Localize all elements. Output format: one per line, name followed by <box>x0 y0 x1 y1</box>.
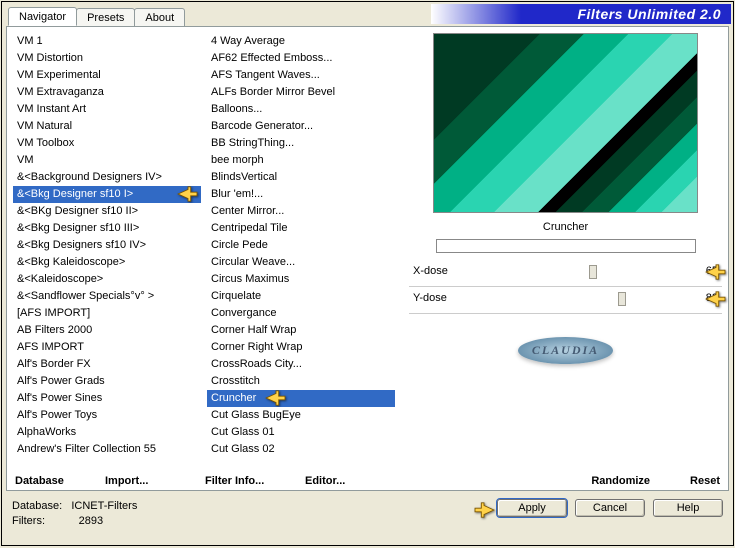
filter-item[interactable]: Barcode Generator... <box>207 118 395 135</box>
db-label: Database: <box>12 500 62 512</box>
apply-button[interactable]: Apply <box>497 499 567 517</box>
filter-item[interactable]: Blur 'em!... <box>207 186 395 203</box>
filter-item[interactable]: Circle Pede <box>207 237 395 254</box>
slider-row-y: Y-dose 83 <box>409 290 722 306</box>
category-item[interactable]: &<Background Designers IV> <box>13 169 201 186</box>
filters-count-label: Filters: <box>12 515 45 527</box>
tab-about[interactable]: About <box>134 8 185 26</box>
slider-thumb-y[interactable] <box>618 292 626 306</box>
slider-label-x: X-dose <box>413 265 483 277</box>
category-item[interactable]: &<Bkg Designer sf10 I> <box>13 186 201 203</box>
filter-item[interactable]: Convergance <box>207 305 395 322</box>
filter-item[interactable]: Corner Right Wrap <box>207 339 395 356</box>
slider-x[interactable] <box>483 263 690 279</box>
separator <box>409 313 722 314</box>
filter-item[interactable]: Cirquelate <box>207 288 395 305</box>
category-item[interactable]: Alf's Power Toys <box>13 407 201 424</box>
slider-value-x: 65 <box>690 265 718 277</box>
help-button[interactable]: Help <box>653 499 723 517</box>
link-filter-info[interactable]: Filter Info... <box>205 475 305 487</box>
claudia-badge: CLAUDIA <box>518 337 613 364</box>
category-item[interactable]: &<Bkg Kaleidoscope> <box>13 254 201 271</box>
link-editor[interactable]: Editor... <box>305 475 395 487</box>
category-item[interactable]: AFS IMPORT <box>13 339 201 356</box>
category-item[interactable]: AB Filters 2000 <box>13 322 201 339</box>
pointer-icon <box>265 390 287 407</box>
filter-item[interactable]: AF62 Effected Emboss... <box>207 50 395 67</box>
category-item[interactable]: VM Extravaganza <box>13 84 201 101</box>
category-item[interactable]: VM Distortion <box>13 50 201 67</box>
category-item[interactable]: Alf's Power Sines <box>13 390 201 407</box>
slider-value-y: 83 <box>690 292 718 304</box>
filter-item[interactable]: CrossRoads City... <box>207 356 395 373</box>
filter-item[interactable]: Center Mirror... <box>207 203 395 220</box>
filters-count-value: 2893 <box>79 515 103 527</box>
slider-y[interactable] <box>483 290 690 306</box>
category-item[interactable]: VM Natural <box>13 118 201 135</box>
filter-item[interactable]: Corner Half Wrap <box>207 322 395 339</box>
slider-thumb-x[interactable] <box>589 265 597 279</box>
category-item[interactable]: Andrew's Filter Collection 55 <box>13 441 201 453</box>
filter-list[interactable]: 4 Way AverageAF62 Effected Emboss...AFS … <box>207 33 395 453</box>
progress-bar <box>436 239 696 253</box>
filter-item[interactable]: Cut Glass 02 <box>207 441 395 453</box>
filter-item[interactable]: BB StringThing... <box>207 135 395 152</box>
footer-info: Database: ICNET-Filters Filters: 2893 <box>12 499 497 529</box>
category-item[interactable]: &<Sandflower Specials°v° > <box>13 288 201 305</box>
category-item[interactable]: Alf's Border FX <box>13 356 201 373</box>
effect-title: Cruncher <box>409 221 722 233</box>
tab-presets[interactable]: Presets <box>76 8 135 26</box>
filter-item[interactable]: Circular Weave... <box>207 254 395 271</box>
filter-item[interactable]: Cut Glass BugEye <box>207 407 395 424</box>
category-item[interactable]: VM <box>13 152 201 169</box>
filter-item[interactable]: bee morph <box>207 152 395 169</box>
effect-preview <box>433 33 698 213</box>
category-item[interactable]: &<Bkg Designers sf10 IV> <box>13 237 201 254</box>
filter-item[interactable]: Balloons... <box>207 101 395 118</box>
category-item[interactable]: AlphaWorks <box>13 424 201 441</box>
slider-label-y: Y-dose <box>413 292 483 304</box>
separator <box>409 286 722 287</box>
category-item[interactable]: &<Bkg Designer sf10 III> <box>13 220 201 237</box>
slider-row-x: X-dose 65 <box>409 263 722 279</box>
pointer-icon <box>177 186 199 203</box>
category-item[interactable]: VM Instant Art <box>13 101 201 118</box>
category-item[interactable]: VM Experimental <box>13 67 201 84</box>
filter-item[interactable]: 4 Way Average <box>207 33 395 50</box>
filter-item[interactable]: Centripedal Tile <box>207 220 395 237</box>
filter-item[interactable]: AFS Tangent Waves... <box>207 67 395 84</box>
db-value: ICNET-Filters <box>71 500 137 512</box>
category-item[interactable]: Alf's Power Grads <box>13 373 201 390</box>
link-database[interactable]: Database <box>15 475 105 487</box>
category-item[interactable]: &<BKg Designer sf10 II> <box>13 203 201 220</box>
category-item[interactable]: [AFS IMPORT] <box>13 305 201 322</box>
category-item[interactable]: VM Toolbox <box>13 135 201 152</box>
cancel-button[interactable]: Cancel <box>575 499 645 517</box>
category-item[interactable]: VM 1 <box>13 33 201 50</box>
link-reset[interactable]: Reset <box>690 475 720 487</box>
category-list[interactable]: VM 1VM DistortionVM ExperimentalVM Extra… <box>13 33 201 453</box>
filter-item[interactable]: Cut Glass 01 <box>207 424 395 441</box>
category-item[interactable]: &<Kaleidoscope> <box>13 271 201 288</box>
tab-navigator[interactable]: Navigator <box>8 7 77 26</box>
filter-item[interactable]: Cruncher <box>207 390 395 407</box>
link-randomize[interactable]: Randomize <box>591 475 650 487</box>
filter-item[interactable]: ALFs Border Mirror Bevel <box>207 84 395 101</box>
filter-item[interactable]: BlindsVertical <box>207 169 395 186</box>
filter-item[interactable]: Circus Maximus <box>207 271 395 288</box>
watermark-logo: CLAUDIA <box>409 337 722 364</box>
filter-item[interactable]: Crosstitch <box>207 373 395 390</box>
link-import[interactable]: Import... <box>105 475 205 487</box>
brand-title: Filters Unlimited 2.0 <box>431 4 731 24</box>
